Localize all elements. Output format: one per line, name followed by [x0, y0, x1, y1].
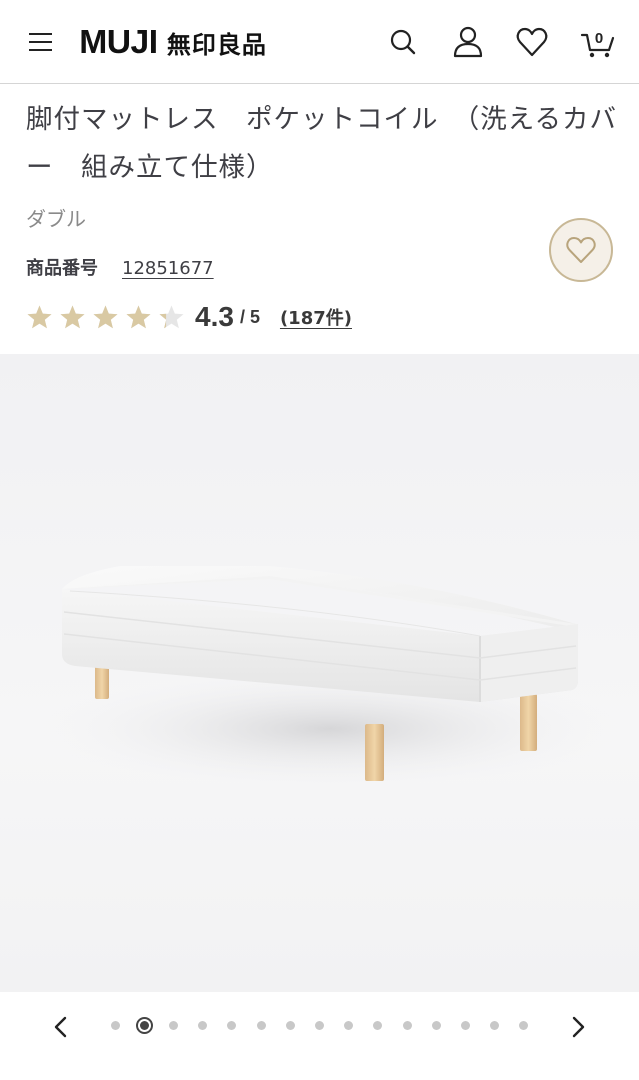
- menu-icon[interactable]: [29, 33, 52, 53]
- carousel-dot[interactable]: [519, 1021, 529, 1030]
- carousel-dot[interactable]: [431, 1021, 441, 1030]
- favorite-button[interactable]: [549, 218, 613, 282]
- rating-max: / 5: [239, 306, 260, 327]
- carousel-dot[interactable]: [373, 1021, 383, 1030]
- carousel-dot[interactable]: [460, 1021, 470, 1030]
- sku-label: 商品番号: [26, 258, 98, 279]
- product-variant: ダブル: [26, 207, 86, 231]
- next-arrow-icon[interactable]: [565, 1014, 591, 1040]
- logo-text-jp: 無印良品: [166, 30, 267, 59]
- carousel-dot[interactable]: [110, 1021, 120, 1030]
- image-carousel: [0, 992, 639, 1080]
- sku-row: 商品番号 12851677: [26, 254, 214, 280]
- cart-icon[interactable]: 0: [580, 24, 616, 60]
- muji-logo[interactable]: MUJI 無印良品: [79, 22, 267, 62]
- sku-value[interactable]: 12851677: [122, 258, 214, 279]
- cart-count: 0: [595, 30, 603, 47]
- carousel-dot[interactable]: [285, 1021, 295, 1030]
- review-count-link[interactable]: (187件): [280, 304, 352, 330]
- logo-text-en: MUJI: [79, 23, 158, 60]
- account-icon[interactable]: [451, 24, 485, 60]
- site-header: MUJI 無印良品 0: [0, 0, 639, 84]
- star-icon: [126, 305, 151, 328]
- product-image[interactable]: [0, 354, 639, 992]
- mattress-illustration: [40, 566, 620, 789]
- product-title: 脚付マットレス ポケットコイル （洗えるカバー 組み立て仕様）: [26, 104, 617, 183]
- carousel-dot[interactable]: [135, 1017, 153, 1034]
- star-icon: [60, 305, 85, 328]
- prev-arrow-icon[interactable]: [48, 1014, 74, 1040]
- rating-stars: [26, 304, 191, 331]
- rating-row: 4.3 / 5 (187件): [26, 296, 352, 338]
- carousel-dot[interactable]: [227, 1021, 237, 1030]
- heart-outline-icon: [566, 237, 596, 263]
- rating-value: 4.3: [195, 301, 234, 332]
- star-icon: [159, 305, 184, 328]
- search-icon[interactable]: [386, 24, 420, 60]
- star-icon: [27, 305, 52, 328]
- carousel-dot[interactable]: [256, 1021, 266, 1030]
- carousel-dot[interactable]: [490, 1021, 500, 1030]
- carousel-dot[interactable]: [314, 1021, 324, 1030]
- heart-icon[interactable]: [515, 24, 549, 60]
- carousel-dot[interactable]: [344, 1021, 354, 1030]
- carousel-dot[interactable]: [198, 1021, 208, 1030]
- star-icon: [93, 305, 118, 328]
- carousel-dot[interactable]: [168, 1021, 178, 1030]
- carousel-dot[interactable]: [402, 1021, 412, 1030]
